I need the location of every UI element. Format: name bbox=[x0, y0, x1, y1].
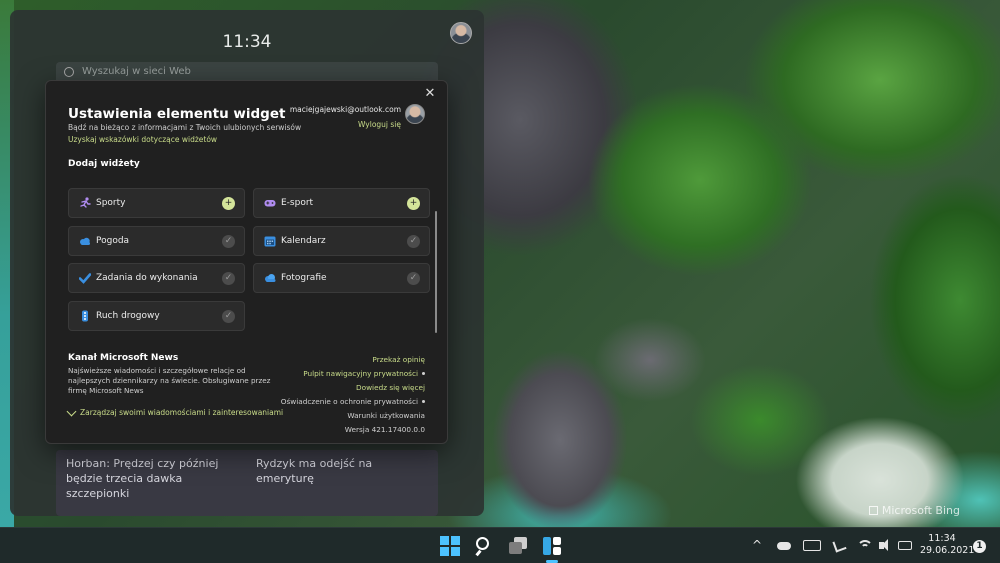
widget-added-check[interactable]: ✓ bbox=[222, 234, 235, 248]
photos-icon bbox=[265, 274, 276, 282]
widget-tile-photos[interactable]: Fotografie ✓ bbox=[253, 263, 430, 293]
manage-interests-label: Zarządzaj swoimi wiadomościami i zainter… bbox=[80, 408, 284, 417]
close-button[interactable]: ✕ bbox=[421, 85, 439, 103]
task-view-button[interactable] bbox=[508, 536, 528, 556]
widgets-button[interactable] bbox=[542, 536, 562, 563]
start-button[interactable] bbox=[440, 536, 460, 556]
terms-link[interactable]: Warunki użytkowania bbox=[281, 409, 425, 423]
widget-added-check[interactable]: ✓ bbox=[407, 272, 420, 285]
bing-logo-icon bbox=[868, 506, 878, 515]
search-icon bbox=[64, 67, 74, 77]
windows-logo-icon bbox=[440, 547, 449, 556]
show-hidden-icons-button[interactable]: ^ bbox=[752, 538, 762, 554]
widgets-icon bbox=[543, 537, 551, 555]
add-widget-button[interactable]: + bbox=[407, 197, 420, 210]
battery-icon[interactable] bbox=[898, 541, 912, 550]
widget-label: Zadania do wykonania bbox=[96, 273, 198, 283]
widget-list: Sporty + E-sport + Pogoda ✓ Kalendarz ✓ … bbox=[68, 188, 430, 333]
widget-tile-sports[interactable]: Sporty + bbox=[68, 188, 245, 218]
wifi-icon[interactable] bbox=[857, 538, 873, 554]
sign-out-link[interactable]: Wyloguj się bbox=[290, 120, 401, 129]
widget-tile-traffic[interactable]: Ruch drogowy ✓ bbox=[68, 300, 245, 331]
widget-added-check[interactable]: ✓ bbox=[222, 272, 235, 285]
sports-icon bbox=[80, 197, 91, 208]
cloud-icon bbox=[777, 542, 791, 550]
account-avatar bbox=[405, 104, 425, 124]
calendar-icon bbox=[264, 236, 276, 246]
board-profile-avatar[interactable] bbox=[450, 22, 472, 44]
board-time: 11:34 bbox=[222, 32, 272, 52]
widget-label: Fotografie bbox=[281, 273, 327, 283]
onedrive-icon[interactable] bbox=[776, 538, 792, 554]
clock-date: 29.06.2021 bbox=[920, 545, 975, 556]
taskbar-clock[interactable]: 11:34 29.06.2021 bbox=[920, 533, 975, 557]
taskbar-search-button[interactable] bbox=[474, 536, 494, 557]
account-email: maciejgajewski@outlook.com bbox=[289, 105, 401, 114]
external-link-dot-icon bbox=[422, 372, 425, 375]
widget-settings-dialog: ✕ Ustawienia elementu widget Bądź na bie… bbox=[45, 80, 448, 444]
weather-icon bbox=[80, 237, 90, 245]
web-search-placeholder: Wyszukaj w sieci Web bbox=[82, 66, 191, 77]
privacy-statement-row: Oświadczenie o ochronie prywatności bbox=[281, 395, 425, 409]
traffic-icon bbox=[82, 310, 88, 321]
widget-tile-calendar[interactable]: Kalendarz ✓ bbox=[253, 225, 430, 256]
search-icon-handle bbox=[475, 549, 482, 557]
windows-logo-icon bbox=[440, 536, 449, 545]
esports-icon bbox=[264, 200, 276, 207]
clock-time: 11:34 bbox=[928, 533, 956, 544]
edit-icon bbox=[66, 406, 77, 417]
news-feed-title: Kanał Microsoft News bbox=[68, 353, 179, 363]
widget-tile-todo[interactable]: Zadania do wykonania ✓ bbox=[68, 263, 245, 293]
privacy-dashboard-row: Pulpit nawigacyjny prywatności bbox=[281, 367, 425, 381]
widget-label: Ruch drogowy bbox=[96, 310, 160, 321]
widget-label: Pogoda bbox=[96, 235, 130, 246]
wifi-arc bbox=[861, 544, 869, 552]
widget-tips-link[interactable]: Uzyskaj wskazówki dotyczące widżetów bbox=[68, 135, 217, 144]
learn-more-link[interactable]: Dowiedz się więcej bbox=[281, 381, 425, 395]
widget-tile-esports[interactable]: E-sport + bbox=[253, 188, 430, 218]
external-link-dot-icon bbox=[422, 400, 425, 403]
feedback-link[interactable]: Przekaż opinię bbox=[281, 353, 425, 367]
version-text: Wersja 421.17400.0.0 bbox=[344, 425, 425, 434]
dialog-title: Ustawienia elementu widget bbox=[68, 106, 286, 122]
widget-added-check[interactable]: ✓ bbox=[222, 309, 235, 323]
widgets-icon bbox=[553, 547, 561, 555]
dialog-subtitle: Bądź na bieżąco z informacjami z Twoich … bbox=[68, 123, 302, 132]
pen-menu-icon[interactable] bbox=[832, 538, 847, 554]
news-card-row[interactable]: Horban: Prędzej czy później będzie trzec… bbox=[56, 450, 438, 516]
task-view-icon bbox=[509, 542, 522, 554]
pen-icon bbox=[832, 538, 847, 553]
account-info: maciejgajewski@outlook.com Wyloguj się bbox=[290, 105, 401, 129]
news-headline[interactable]: Horban: Prędzej czy później będzie trzec… bbox=[66, 456, 236, 501]
add-widgets-heading: Dodaj widżety bbox=[68, 159, 140, 169]
widget-tile-weather[interactable]: Pogoda ✓ bbox=[68, 225, 245, 256]
dialog-links: Przekaż opinię Pulpit nawigacyjny prywat… bbox=[281, 353, 425, 437]
widgets-icon bbox=[553, 537, 561, 545]
privacy-statement-link[interactable]: Oświadczenie o ochronie prywatności bbox=[281, 397, 418, 406]
privacy-dashboard-link[interactable]: Pulpit nawigacyjny prywatności bbox=[303, 369, 418, 378]
widget-added-check[interactable]: ✓ bbox=[407, 234, 420, 248]
notification-badge[interactable]: 1 bbox=[973, 540, 986, 553]
news-feed-description: Najświeższe wiadomości i szczegółowe rel… bbox=[68, 366, 271, 395]
windows-logo-icon bbox=[451, 547, 460, 556]
manage-interests-link[interactable]: Zarządzaj swoimi wiadomościami i zainter… bbox=[66, 406, 284, 417]
todo-icon bbox=[79, 273, 91, 284]
add-widget-button[interactable]: + bbox=[222, 197, 235, 210]
speaker-cone bbox=[882, 539, 888, 551]
widget-label: E-sport bbox=[281, 198, 314, 208]
dialog-scrollbar[interactable] bbox=[435, 211, 437, 333]
search-icon bbox=[476, 537, 489, 550]
widget-label: Sporty bbox=[96, 198, 126, 208]
touch-keyboard-icon[interactable] bbox=[803, 540, 821, 551]
volume-icon[interactable] bbox=[878, 538, 892, 554]
bing-watermark-text: Microsoft Bing bbox=[881, 504, 960, 517]
bing-watermark: Microsoft Bing bbox=[868, 504, 960, 517]
taskbar: ^ 11:34 29.06.2021 1 bbox=[0, 527, 1000, 563]
news-headline[interactable]: Rydzyk ma odejść na emeryturę bbox=[256, 456, 426, 486]
widget-label: Kalendarz bbox=[281, 235, 326, 246]
windows-logo-icon bbox=[451, 536, 460, 545]
